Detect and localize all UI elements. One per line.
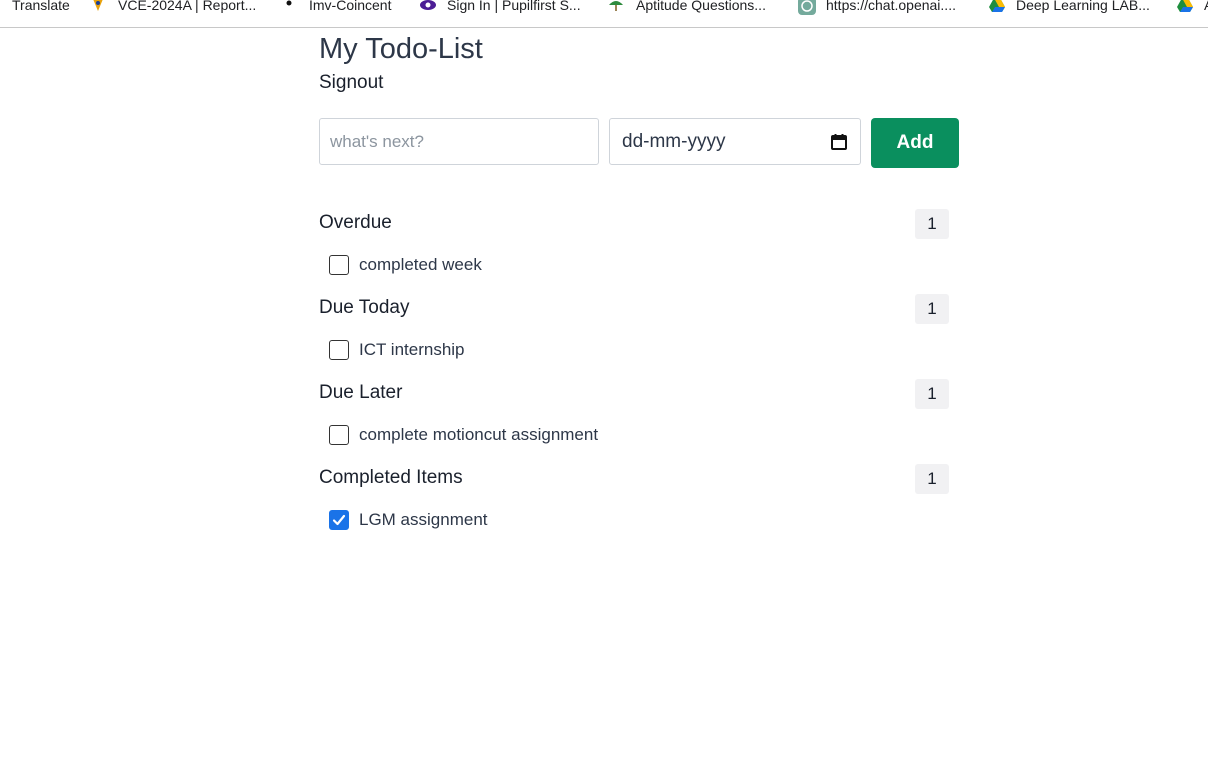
drive-icon <box>1176 0 1193 13</box>
date-placeholder: dd-mm-yyyy <box>622 130 726 152</box>
todo-title-input[interactable] <box>319 118 599 165</box>
todo-checkbox[interactable] <box>329 425 349 445</box>
bookmark-deep-learning[interactable]: Deep Learning LAB... <box>988 0 1150 16</box>
umbrella-icon <box>608 0 624 13</box>
pupilfirst-icon <box>419 0 436 13</box>
bookmark-label: Translate <box>12 0 70 13</box>
count-badge-due-today: 1 <box>915 294 949 324</box>
page-title: My Todo-List <box>319 33 483 65</box>
todo-item[interactable]: complete motioncut assignment <box>329 425 598 445</box>
bookmark-label: https://chat.openai.... <box>826 0 956 13</box>
bookmark-label: Imv-Coincent <box>309 0 392 13</box>
bookmark-imv-coincent[interactable]: Imv-Coincent <box>281 0 391 16</box>
openai-icon <box>798 0 816 15</box>
todo-checkbox[interactable] <box>329 255 349 275</box>
signout-link[interactable]: Signout <box>319 72 383 94</box>
todo-item-label: completed week <box>359 255 482 274</box>
todo-item[interactable]: completed week <box>329 255 482 275</box>
dot-icon <box>281 0 297 13</box>
todo-item[interactable]: ICT internship <box>329 340 465 360</box>
bookmark-label: Aptitude Questions... <box>636 0 766 13</box>
bookmark-label: VCE-2024A | Report... <box>118 0 257 13</box>
bookmarks-bar: Translate VCE-2024A | Report... Imv-Coin… <box>0 0 1208 28</box>
checkmark-icon <box>332 514 346 526</box>
count-badge-due-later: 1 <box>915 379 949 409</box>
bookmark-translate[interactable]: Translate <box>12 0 70 16</box>
bookmark-label: Deep Learning LAB... <box>1016 0 1150 13</box>
drive-icon <box>988 0 1005 13</box>
bookmark-vce-report[interactable]: VCE-2024A | Report... <box>90 0 256 16</box>
todo-checkbox[interactable] <box>329 340 349 360</box>
bookmark-drive-2[interactable]: A <box>1176 0 1208 16</box>
section-title-due-today: Due Today <box>319 297 410 318</box>
todo-item-label: complete motioncut assignment <box>359 425 599 444</box>
bookmark-label: Sign In | Pupilfirst S... <box>447 0 581 13</box>
add-button[interactable]: Add <box>871 118 959 168</box>
bookmark-label: A <box>1204 0 1208 13</box>
todo-item-label: LGM assignment <box>359 510 488 529</box>
todo-checkbox-checked[interactable] <box>329 510 349 530</box>
todo-item[interactable]: LGM assignment <box>329 510 488 530</box>
section-title-completed: Completed Items <box>319 467 463 488</box>
todo-item-label: ICT internship <box>359 340 465 359</box>
bookmark-aptitude[interactable]: Aptitude Questions... <box>608 0 766 16</box>
count-badge-overdue: 1 <box>915 209 949 239</box>
section-title-due-later: Due Later <box>319 382 403 403</box>
vce-logo-icon <box>90 0 106 13</box>
count-badge-completed: 1 <box>915 464 949 494</box>
bookmark-pupilfirst[interactable]: Sign In | Pupilfirst S... <box>419 0 581 16</box>
due-date-input[interactable]: dd-mm-yyyy <box>609 118 861 165</box>
bookmark-openai[interactable]: https://chat.openai.... <box>798 0 956 16</box>
section-title-overdue: Overdue <box>319 212 392 233</box>
calendar-icon[interactable] <box>830 133 848 151</box>
